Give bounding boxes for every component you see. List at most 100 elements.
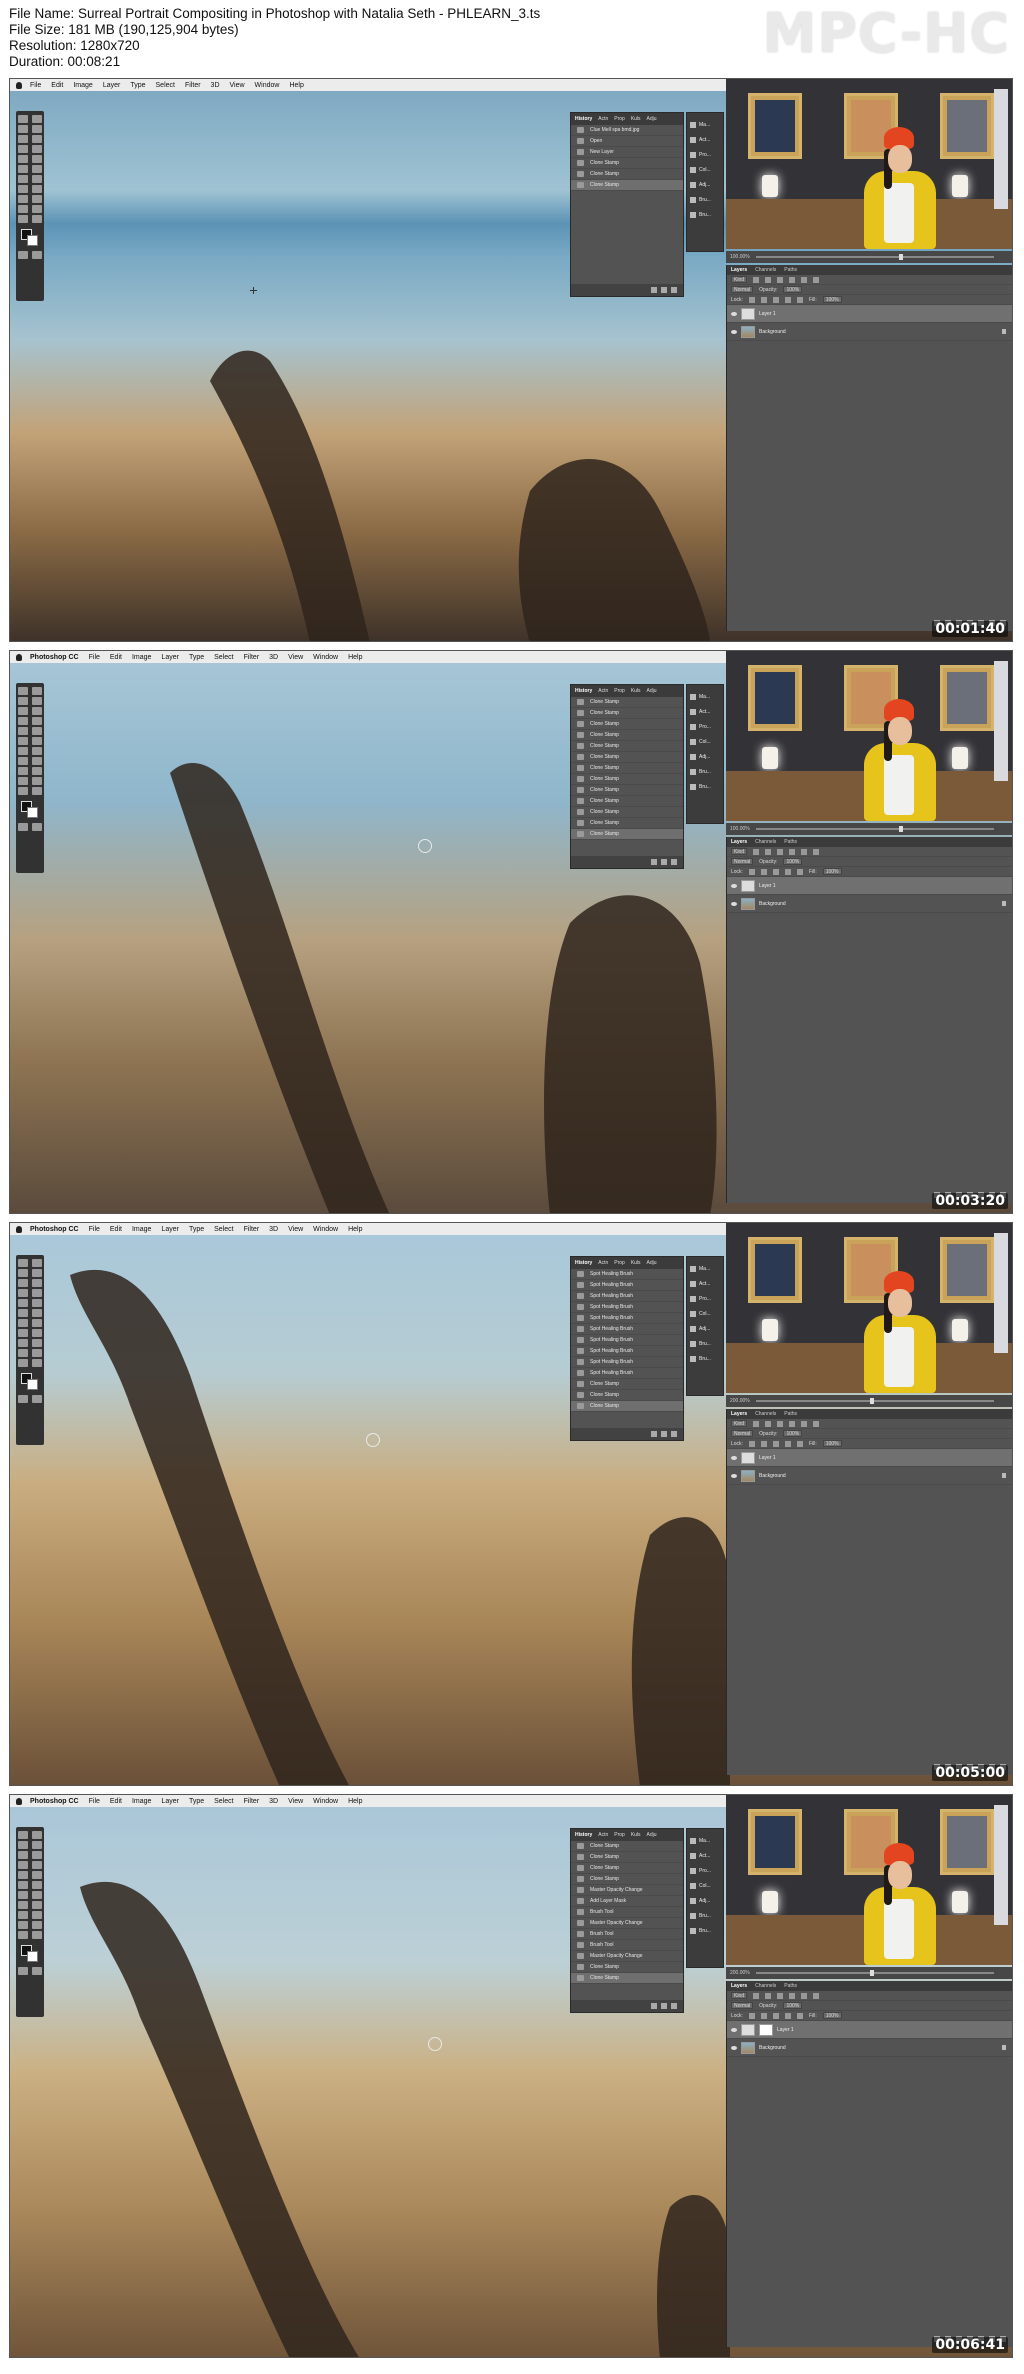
lock-icon[interactable]	[760, 296, 767, 303]
tool-icon[interactable]	[32, 777, 42, 785]
menu-item-help[interactable]: Help	[348, 654, 362, 661]
tool-icon[interactable]	[32, 1309, 42, 1317]
history-item[interactable]: Clone Stamp	[571, 1962, 683, 1973]
tab-paths[interactable]: Paths	[784, 267, 797, 273]
layer-thumbnail[interactable]	[741, 1451, 755, 1464]
collapsed-panel-item[interactable]: Ma...	[687, 1833, 723, 1848]
menu-item-file[interactable]: File	[89, 1226, 100, 1233]
tab-kuls[interactable]: Kuls	[631, 116, 641, 122]
apple-icon[interactable]	[16, 81, 22, 89]
tool-icon[interactable]	[32, 135, 42, 143]
visibility-eye-icon[interactable]	[731, 1455, 737, 1460]
filter-icon[interactable]	[753, 1420, 760, 1427]
history-item[interactable]: Clone Stamp	[571, 829, 683, 840]
mode-icon[interactable]	[18, 1967, 28, 1975]
tool-icon[interactable]	[18, 727, 28, 735]
mode-icon[interactable]	[32, 823, 42, 831]
layer-name[interactable]: Layer 1	[759, 311, 776, 317]
history-item[interactable]: Brush Tool	[571, 1940, 683, 1951]
menu-item-filter[interactable]: Filter	[244, 654, 260, 661]
history-item[interactable]: Clone Stamp	[571, 774, 683, 785]
filter-icon[interactable]	[765, 1992, 772, 1999]
collapsed-panel-item[interactable]: Bru...	[687, 1908, 723, 1923]
tab-layers[interactable]: Layers	[731, 267, 747, 273]
tool-icon[interactable]	[18, 1329, 28, 1337]
menu-item-edit[interactable]: Edit	[110, 1226, 122, 1233]
filter-icon[interactable]	[789, 848, 796, 855]
lock-icon[interactable]	[796, 2012, 803, 2019]
tool-icon[interactable]	[18, 1319, 28, 1327]
visibility-eye-icon[interactable]	[731, 329, 737, 334]
visibility-eye-icon[interactable]	[731, 2027, 737, 2032]
tool-icon[interactable]	[18, 1269, 28, 1277]
tool-icon[interactable]	[32, 165, 42, 173]
filter-icon[interactable]	[753, 276, 760, 283]
lock-icon[interactable]	[748, 2012, 755, 2019]
history-item[interactable]: Clone Stamp	[571, 1874, 683, 1885]
menu-item-window[interactable]: Window	[313, 1226, 338, 1233]
history-item[interactable]: Master Opacity Change	[571, 1885, 683, 1896]
tab-history[interactable]: History	[575, 1832, 592, 1838]
tool-icon[interactable]	[18, 145, 28, 153]
tool-icon[interactable]	[32, 1841, 42, 1849]
history-item[interactable]: Clone Stamp	[571, 1841, 683, 1852]
tab-prop[interactable]: Prop	[614, 688, 625, 694]
collapsed-panel-item[interactable]: Act...	[687, 704, 723, 719]
history-item[interactable]: Clone Stamp	[571, 796, 683, 807]
tool-icon[interactable]	[18, 205, 28, 213]
tool-icon[interactable]	[32, 1831, 42, 1839]
history-item[interactable]: Spot Healing Brush	[571, 1324, 683, 1335]
tool-icon[interactable]	[18, 1259, 28, 1267]
mode-icon[interactable]	[32, 1967, 42, 1975]
history-item[interactable]: Spot Healing Brush	[571, 1346, 683, 1357]
menu-item-file[interactable]: File	[30, 82, 41, 89]
tool-icon[interactable]	[18, 687, 28, 695]
menu-app-name[interactable]: Photoshop CC	[30, 654, 79, 661]
tab-paths[interactable]: Paths	[784, 1411, 797, 1417]
mode-icon[interactable]	[18, 823, 28, 831]
collapsed-panel-item[interactable]: Pro...	[687, 1863, 723, 1878]
filter-icon[interactable]	[765, 848, 772, 855]
tab-paths[interactable]: Paths	[784, 1983, 797, 1989]
history-item[interactable]: Clone Stamp	[571, 763, 683, 774]
tab-adju[interactable]: Adju	[647, 1832, 657, 1838]
tool-icon[interactable]	[18, 1871, 28, 1879]
tool-icon[interactable]	[18, 707, 28, 715]
filter-icon[interactable]	[789, 1992, 796, 1999]
apple-icon[interactable]	[16, 653, 22, 661]
history-item[interactable]: Clone Stamp	[571, 741, 683, 752]
history-item[interactable]: Brush Tool	[571, 1907, 683, 1918]
layer-name[interactable]: Background	[759, 901, 786, 907]
menu-app-name[interactable]: Photoshop CC	[30, 1226, 79, 1233]
menu-item-help[interactable]: Help	[289, 82, 303, 89]
lock-icon[interactable]	[760, 2012, 767, 2019]
collapsed-panel-item[interactable]: Adj...	[687, 1893, 723, 1908]
menu-item-window[interactable]: Window	[313, 1798, 338, 1805]
layer-name[interactable]: Background	[759, 2045, 786, 2051]
tool-icon[interactable]	[32, 115, 42, 123]
tool-icon[interactable]	[32, 1861, 42, 1869]
color-swatches[interactable]	[18, 1373, 44, 1393]
menu-item-filter[interactable]: Filter	[244, 1226, 260, 1233]
history-item[interactable]: Clone Stamp	[571, 180, 683, 191]
tool-icon[interactable]	[18, 1881, 28, 1889]
menu-item-window[interactable]: Window	[255, 82, 280, 89]
tool-icon[interactable]	[32, 155, 42, 163]
lock-icon[interactable]	[784, 2012, 791, 2019]
tool-icon[interactable]	[32, 1319, 42, 1327]
history-item[interactable]: Clone Stamp	[571, 1973, 683, 1984]
tool-icon[interactable]	[18, 1309, 28, 1317]
tab-actn[interactable]: Actn	[598, 688, 608, 694]
zoom-slider-handle[interactable]	[898, 826, 903, 832]
mode-icon[interactable]	[32, 251, 42, 259]
tool-icon[interactable]	[32, 1349, 42, 1357]
tab-actn[interactable]: Actn	[598, 1832, 608, 1838]
menu-item-select[interactable]: Select	[214, 1226, 233, 1233]
tool-icon[interactable]	[18, 1861, 28, 1869]
tool-icon[interactable]	[18, 1931, 28, 1939]
filter-icon[interactable]	[765, 276, 772, 283]
blend-mode-select[interactable]: Normal	[731, 1430, 754, 1437]
tool-icon[interactable]	[18, 1901, 28, 1909]
collapsed-panel-item[interactable]: Pro...	[687, 147, 723, 162]
tab-paths[interactable]: Paths	[784, 839, 797, 845]
